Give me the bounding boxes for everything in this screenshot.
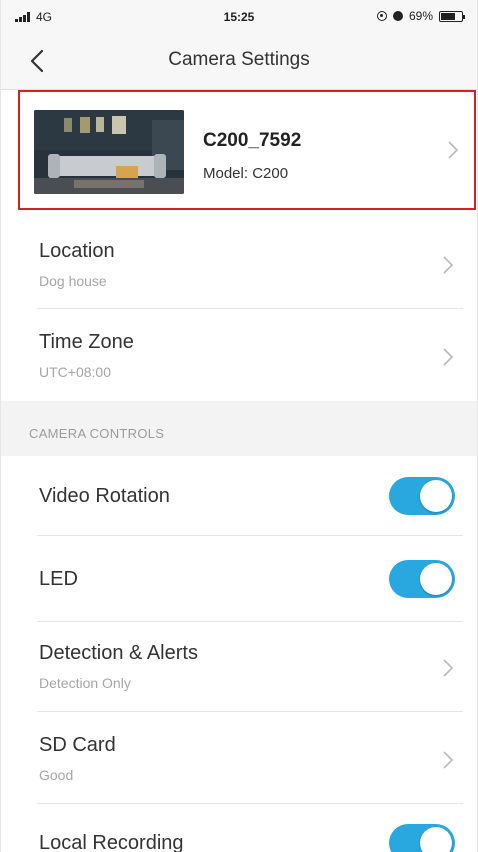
battery-fill: [441, 12, 455, 20]
toggle-knob: [420, 563, 452, 595]
detection-alerts-value: Detection Only: [39, 675, 131, 691]
video-rotation-row: Video Rotation: [1, 456, 477, 536]
sd-card-row[interactable]: SD Card Good: [1, 712, 477, 804]
toggle-knob: [420, 827, 452, 852]
detection-alerts-row[interactable]: Detection & Alerts Detection Only: [1, 622, 477, 712]
alarm-icon: [392, 11, 403, 21]
page-title: Camera Settings: [168, 49, 310, 70]
device-model: Model: C200: [203, 165, 289, 182]
device-card[interactable]: C200_7592 Model: C200: [18, 90, 476, 210]
time-zone-title: Time Zone: [39, 331, 134, 353]
device-name: C200_7592: [203, 130, 302, 151]
sd-card-title: SD Card: [39, 734, 116, 756]
section-header: CAMERA CONTROLS: [1, 401, 477, 456]
local-recording-toggle[interactable]: [389, 824, 455, 852]
battery-icon: [439, 10, 465, 22]
location-title: Location: [39, 240, 115, 262]
nav-bar: Camera Settings: [1, 34, 477, 90]
local-recording-row: Local Recording: [1, 804, 477, 852]
chevron-right-icon: [441, 347, 455, 367]
led-row: LED: [1, 536, 477, 622]
location-row[interactable]: Location Dog house: [1, 218, 477, 309]
chevron-right-icon: [441, 255, 455, 275]
chevron-right-icon: [441, 750, 455, 770]
battery-percent: 69%: [408, 9, 433, 23]
video-rotation-toggle[interactable]: [389, 477, 455, 515]
location-icon: [376, 11, 387, 21]
time-zone-row[interactable]: Time Zone UTC+08:00: [1, 309, 477, 401]
led-title: LED: [39, 568, 78, 590]
led-toggle[interactable]: [389, 560, 455, 598]
video-rotation-title: Video Rotation: [39, 485, 170, 507]
local-recording-title: Local Recording: [39, 832, 184, 852]
location-value: Dog house: [39, 273, 107, 289]
section-label: CAMERA CONTROLS: [29, 426, 165, 441]
camera-settings-screen: 4G 15:25 69% Camera Settings C200_7592 M…: [0, 0, 478, 852]
camera-thumbnail: [34, 110, 184, 194]
toggle-knob: [420, 480, 452, 512]
time-zone-value: UTC+08:00: [39, 364, 111, 380]
sd-card-value: Good: [39, 767, 74, 783]
detection-alerts-title: Detection & Alerts: [39, 642, 198, 664]
chevron-right-icon: [441, 658, 455, 678]
status-right: 69%: [376, 9, 465, 23]
status-bar: 4G 15:25 69%: [1, 0, 477, 34]
chevron-right-icon: [446, 140, 460, 160]
